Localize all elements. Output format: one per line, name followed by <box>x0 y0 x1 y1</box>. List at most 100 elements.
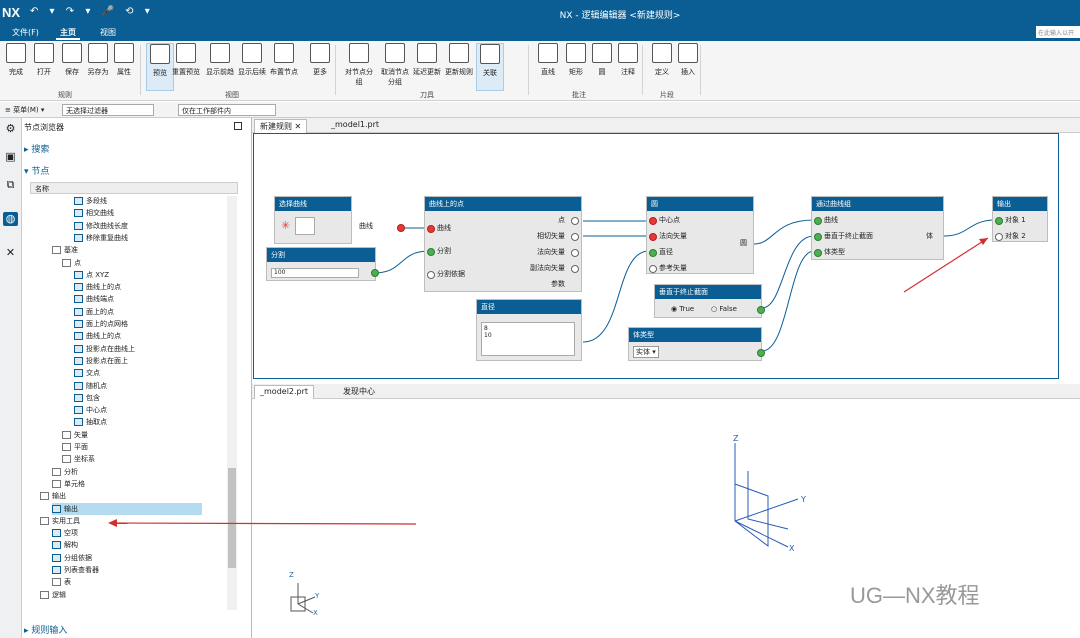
tree-item[interactable]: 列表查看器 <box>52 564 99 576</box>
command-search-input[interactable]: 在此输入以开 <box>1036 26 1080 38</box>
output-port[interactable] <box>571 217 579 225</box>
part-navigator-icon[interactable]: ▣ <box>3 150 18 164</box>
globe-icon[interactable]: ◍ <box>3 212 18 226</box>
ribbon-button[interactable]: 插入 <box>674 43 702 77</box>
tree-item[interactable]: 随机点 <box>74 380 107 392</box>
tree-item[interactable]: 点 <box>62 257 81 269</box>
split-value-input[interactable]: 100 <box>271 268 359 278</box>
input-port[interactable] <box>814 249 822 257</box>
tree-item[interactable]: 面上的点 <box>74 306 114 318</box>
tab-model2[interactable]: _model2.prt <box>254 385 315 399</box>
input-port[interactable] <box>649 217 657 225</box>
node-perpendicular-end-section[interactable]: 垂直于终止截面 ◉ True ○ False <box>654 284 765 318</box>
ribbon-button[interactable]: 注释 <box>614 43 642 77</box>
tree-item[interactable]: 矢量 <box>62 429 88 441</box>
output-port[interactable] <box>571 265 579 273</box>
input-port[interactable] <box>427 248 435 256</box>
maximize-icon[interactable] <box>234 122 242 130</box>
body-type-dropdown[interactable]: 实体 ▾ <box>633 346 659 358</box>
tree-item[interactable]: 交点 <box>74 367 100 379</box>
node-point-on-curve[interactable]: 曲线上的点 曲线 分割 分割依据 点 相切矢量 法向矢量 副法向矢量 参数 <box>424 196 582 292</box>
tree-item[interactable]: 修改曲线长度 <box>74 220 128 232</box>
ribbon-button[interactable]: 打开 <box>30 43 58 77</box>
rule-input-section[interactable]: ▸ 规则输入 <box>24 623 67 636</box>
output-port[interactable] <box>757 306 765 314</box>
tree-item[interactable]: 包含 <box>74 392 100 404</box>
ribbon-button[interactable]: 定义 <box>648 43 676 77</box>
column-header-name[interactable]: 名称 <box>30 182 238 194</box>
tree-item[interactable]: 投影点在曲线上 <box>74 343 135 355</box>
tab-discovery-center[interactable]: 发现中心 <box>338 385 380 399</box>
ribbon-button[interactable]: 保存 <box>58 43 86 77</box>
tree-item[interactable]: 逻辑 <box>40 589 66 601</box>
tree-item[interactable]: 面上的点网格 <box>74 318 128 330</box>
output-port[interactable] <box>397 224 405 232</box>
input-port[interactable] <box>427 225 435 233</box>
tree-item[interactable]: 相交曲线 <box>74 207 114 219</box>
ribbon-button[interactable]: 显示前趋 <box>206 43 234 77</box>
input-port[interactable] <box>649 249 657 257</box>
tree-item[interactable]: 表 <box>52 576 71 588</box>
tab-view[interactable]: 视图 <box>96 27 120 38</box>
tree-item[interactable]: 空项 <box>52 527 78 539</box>
gear-icon[interactable]: ⚙ <box>3 122 18 136</box>
ribbon-button[interactable]: 更多 <box>306 43 334 77</box>
tree-item[interactable]: 投影点在面上 <box>74 355 128 367</box>
menu-button[interactable]: ≡ 菜单(M) ▾ <box>2 104 56 116</box>
logic-editor-canvas[interactable]: 选择曲线 ✳ 曲线 分割 100 曲线上的点 曲线 分割 分割依据 点 相切矢量… <box>253 133 1059 379</box>
ribbon-button[interactable]: 完成 <box>2 43 30 77</box>
type-filter-dropdown[interactable]: 无选择过滤器 <box>62 104 154 116</box>
node-body-type[interactable]: 体类型 实体 ▾ <box>628 327 765 361</box>
ribbon-button[interactable]: 圆 <box>588 43 616 77</box>
tab-new-rule[interactable]: 新建规则 ✕ <box>254 119 308 133</box>
node-browser-icon[interactable]: ⧉ <box>3 178 18 192</box>
output-port[interactable] <box>571 249 579 257</box>
input-port[interactable] <box>995 217 1003 225</box>
output-port[interactable] <box>757 349 765 357</box>
tree-item[interactable]: 坐标系 <box>62 453 95 465</box>
tree-item[interactable]: 解构 <box>52 539 78 551</box>
true-radio[interactable]: ◉ True <box>671 305 694 313</box>
input-port[interactable] <box>814 217 822 225</box>
ribbon-button[interactable]: 更新规则 <box>442 43 476 77</box>
tree-item[interactable]: 曲线端点 <box>74 293 114 305</box>
tree-item[interactable]: 分析 <box>52 466 78 478</box>
ribbon-button[interactable]: 显示后续 <box>238 43 266 77</box>
ribbon-button[interactable]: 直线 <box>534 43 562 77</box>
tab-model1[interactable]: _model1.prt <box>326 119 384 133</box>
tab-home[interactable]: 主页 <box>56 27 80 40</box>
tree-item[interactable]: 实用工具 <box>40 515 80 527</box>
tree-item[interactable]: 移除重复曲线 <box>74 232 128 244</box>
input-port[interactable] <box>814 233 822 241</box>
ribbon-button[interactable]: 取消节点分组 <box>378 43 412 87</box>
false-radio[interactable]: ○ False <box>711 305 737 313</box>
ribbon-button[interactable]: 布置节点 <box>270 43 298 77</box>
node-split[interactable]: 分割 100 <box>266 247 379 281</box>
ribbon-button[interactable]: 矩形 <box>562 43 590 77</box>
node-circle[interactable]: 圆 中心点 法向矢量 直径 参考矢量 圆 <box>646 196 754 274</box>
tree-item[interactable]: 抽取点 <box>74 416 107 428</box>
tree-item[interactable]: 基准 <box>52 244 78 256</box>
tools-icon[interactable]: ✕ <box>3 246 18 260</box>
diameter-values-input[interactable]: 8 10 <box>481 322 575 356</box>
tree-item[interactable]: 单元格 <box>52 478 85 490</box>
input-port[interactable] <box>427 271 435 279</box>
node-diameter[interactable]: 直径 8 10 <box>476 299 582 361</box>
ribbon-button[interactable]: 延迟更新 <box>410 43 444 77</box>
ribbon-button[interactable]: 对节点分组 <box>342 43 376 87</box>
tree-item[interactable]: 曲线上的点 <box>74 281 121 293</box>
tree-item[interactable]: 平面 <box>62 441 88 453</box>
scope-dropdown[interactable]: 仅在工作部件内 <box>178 104 276 116</box>
tree-item[interactable]: 输出 <box>52 502 202 515</box>
nodes-section[interactable]: ▾ 节点 <box>24 164 49 177</box>
tree-item[interactable]: 曲线上的点 <box>74 330 121 342</box>
tree-item[interactable]: 多段线 <box>74 195 107 207</box>
tree-item[interactable]: 分组依据 <box>52 552 92 564</box>
search-section[interactable]: ▸ 搜索 <box>24 142 49 155</box>
ribbon-button[interactable]: 属性 <box>110 43 138 77</box>
curve-select-icon[interactable] <box>295 217 315 235</box>
input-port[interactable] <box>649 233 657 241</box>
tree-item[interactable]: 输出 <box>40 490 66 502</box>
tree-item[interactable]: 点 XYZ <box>74 269 109 281</box>
input-port[interactable] <box>995 233 1003 241</box>
